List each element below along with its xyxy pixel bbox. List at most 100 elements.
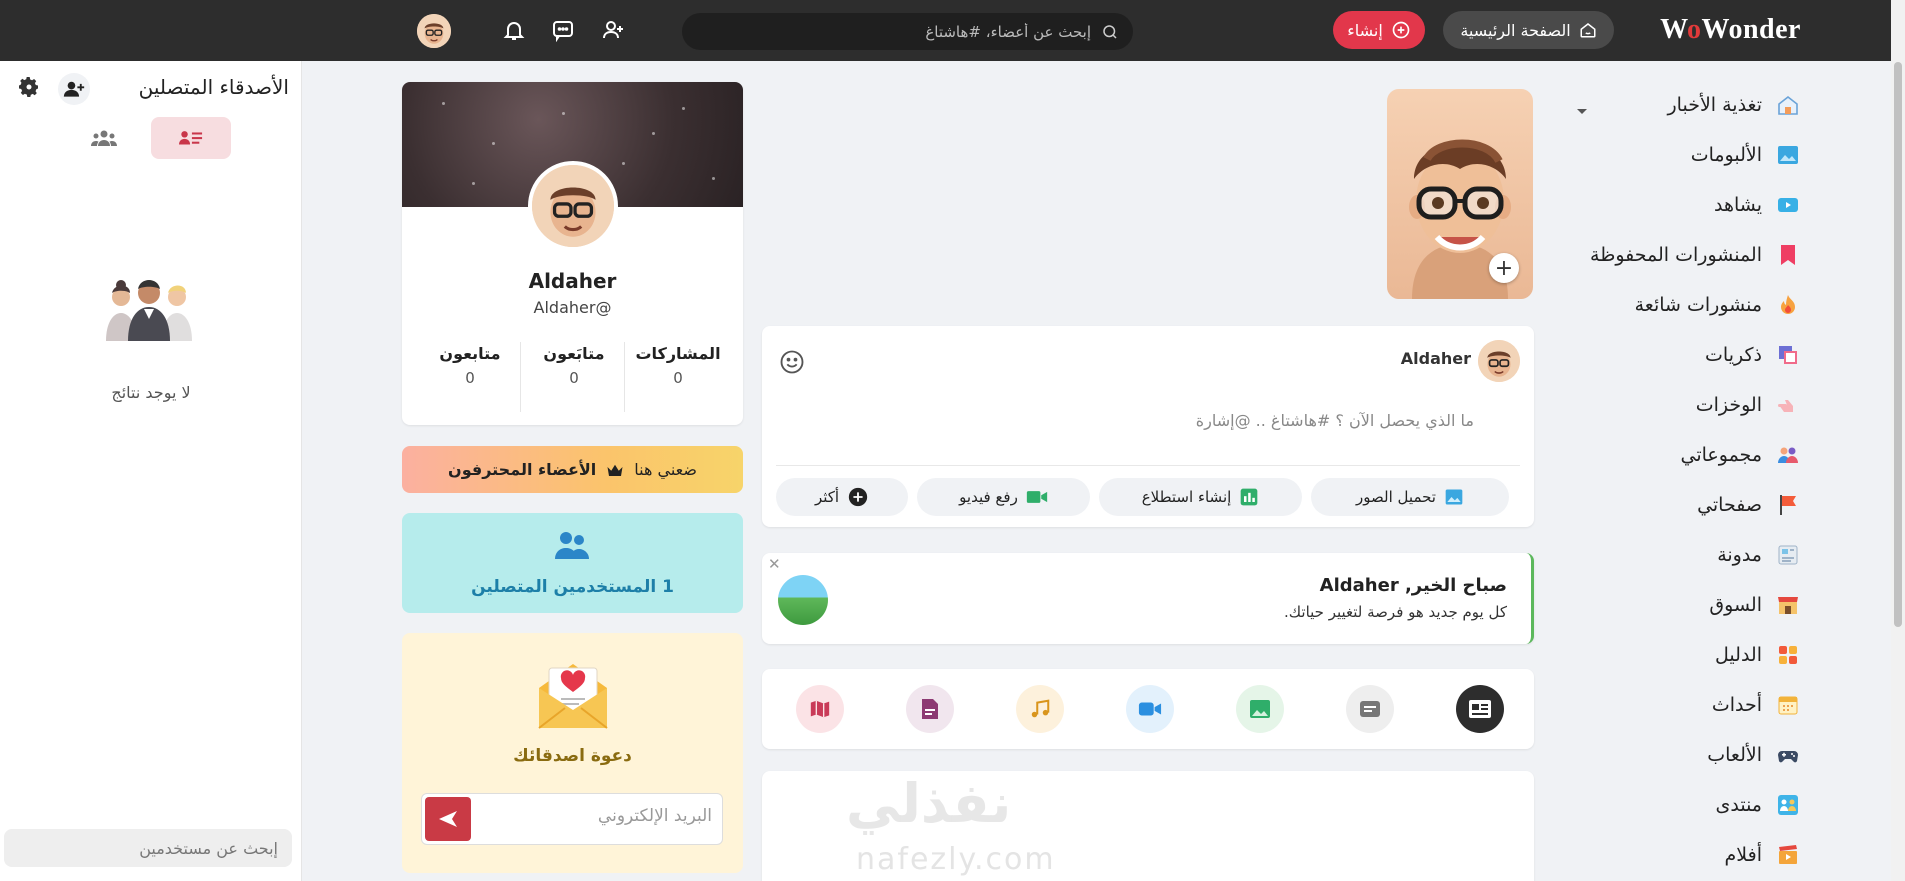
nav-item-saved-posts[interactable]: المنشورات المحفوظة [1500,235,1800,275]
top-bar: WoWonder الصفحة الرئيسية إنشاء [0,0,1905,61]
post-type-bar [762,669,1534,749]
plus-circle-icon [848,487,868,507]
contact-list-icon [179,131,203,145]
home-icon [1580,23,1596,38]
nav-item-popular-posts[interactable]: منشورات شائعة [1500,285,1800,325]
messages-icon[interactable] [549,16,577,44]
online-friends-sidebar: الأصدقاء المتصلين لا يوجد نتائج [0,61,302,881]
home-button[interactable]: الصفحة الرئيسية [1443,11,1614,49]
nav-item-blog[interactable]: مدونة [1500,535,1800,575]
composer-input[interactable]: ما الذي يحصل الآن ؟ #هاشتاغ .. @إشارة [1196,411,1474,430]
invite-form [421,793,723,845]
bell-icon[interactable] [500,16,528,44]
watermark-url: nafezly.com [856,842,1056,877]
envelope-heart-icon [535,658,611,738]
profile-card: Aldaher Aldaher@ المشاركات 0 متابَعون 0 … [402,82,743,425]
nav-item-forum[interactable]: منتدى [1500,785,1800,825]
search-bar[interactable] [682,13,1133,50]
people-illustration [104,279,194,345]
type-photos-icon[interactable] [1236,685,1284,733]
nav-item-market[interactable]: السوق [1500,585,1800,625]
post-composer: Aldaher ما الذي يحصل الآن ؟ #هاشتاغ .. @… [762,326,1534,527]
pro-members-cta[interactable]: ضعني هنا [634,460,697,479]
chevron-down-icon[interactable] [1576,101,1588,120]
upload-video-button[interactable]: رفع فيديو [917,478,1090,516]
profile-handle: Aldaher@ [533,298,612,317]
nav-item-watch[interactable]: يشاهد [1500,185,1800,225]
video-icon [1026,491,1047,503]
type-video-icon[interactable] [1126,685,1174,733]
nav-item-events[interactable]: أحداث [1500,685,1800,725]
user-search-input[interactable] [4,829,292,867]
market-icon [1776,593,1800,617]
nav-item-memories[interactable]: ذكريات [1500,335,1800,375]
scrollbar-thumb[interactable] [1894,62,1902,627]
invite-friends-box: دعوة اصدقائك [402,633,743,873]
greeting-card: صباح الخير, Aldaher كل يوم جديد هو فرصة … [762,553,1534,644]
online-friends-title: الأصدقاء المتصلين [138,75,289,99]
users-icon [554,529,590,567]
close-icon[interactable]: ✕ [768,555,781,573]
nav-item-pokes[interactable]: الوخزات [1500,385,1800,425]
nav-item-my-pages[interactable]: صفحاتي [1500,485,1800,525]
invite-email-input[interactable] [482,806,712,826]
invite-title: دعوة اصدقائك [513,746,632,766]
nav-item-news-feed[interactable]: تغذية الأخبار [1500,85,1800,125]
nav-item-games[interactable]: الألعاب [1500,735,1800,775]
greeting-subtitle: كل يوم جديد هو فرصة لتغيير حياتك. [1283,603,1507,621]
memories-icon [1776,343,1800,367]
add-story-button[interactable]: + [1489,253,1519,283]
blog-icon [1776,543,1800,567]
pro-members-label: الأعضاء المحترفون [448,460,597,479]
gear-icon[interactable] [17,75,41,103]
search-icon [1103,24,1117,39]
composer-avatar [1478,340,1520,382]
profile-name[interactable]: Aldaher [402,269,743,293]
tab-friends-list[interactable] [151,117,231,159]
bookmark-icon [1776,243,1800,267]
image-icon [1445,489,1463,505]
user-search-box [4,829,292,867]
send-icon [439,811,457,827]
type-music-icon[interactable] [1016,685,1064,733]
more-button[interactable]: أكثر [776,478,908,516]
user-avatar[interactable] [417,14,451,48]
story-card[interactable]: + [1387,89,1533,299]
directory-icon [1776,643,1800,667]
flag-icon [1776,493,1800,517]
type-text-icon[interactable] [1346,685,1394,733]
nav-item-directory[interactable]: الدليل [1500,635,1800,675]
type-map-icon[interactable] [796,685,844,733]
tab-groups[interactable] [84,121,124,155]
calendar-icon [1776,693,1800,717]
stat-followers[interactable]: متابعون 0 [419,344,521,387]
profile-avatar[interactable] [528,161,618,251]
create-poll-button[interactable]: إنشاء استطلاع [1099,478,1302,516]
gamepad-icon [1776,743,1800,767]
poke-icon [1776,393,1800,417]
add-friend-icon[interactable] [599,16,627,44]
emoji-icon[interactable] [778,348,806,380]
add-friends-button[interactable] [58,73,90,105]
house-icon [1776,93,1800,117]
search-input[interactable] [711,22,1091,41]
online-users-box[interactable]: 1 المستخدمين المتصلين [402,513,743,613]
nav-item-my-groups[interactable]: مجموعاتي [1500,435,1800,475]
upload-photos-button[interactable]: تحميل الصور [1311,478,1509,516]
online-users-count: 1 المستخدمين المتصلين [471,577,674,597]
watch-icon [1776,193,1800,217]
nav-item-albums[interactable]: الألبومات [1500,135,1800,175]
type-file-icon[interactable] [906,685,954,733]
stat-following[interactable]: متابَعون 0 [523,344,625,387]
movies-icon [1776,843,1800,867]
wowonder-logo[interactable]: WoWonder [1660,14,1801,46]
type-all-icon[interactable] [1456,685,1504,733]
greeting-title: صباح الخير, Aldaher [1319,575,1507,596]
send-invite-button[interactable] [425,797,471,841]
divider [776,465,1520,466]
nav-item-movies[interactable]: أفلام [1500,835,1800,875]
create-button[interactable]: إنشاء [1333,11,1425,49]
stat-posts[interactable]: المشاركات 0 [627,344,729,387]
pro-members-banner[interactable]: ضعني هنا الأعضاء المحترفون [402,446,743,493]
sun-landscape-icon [778,575,828,625]
